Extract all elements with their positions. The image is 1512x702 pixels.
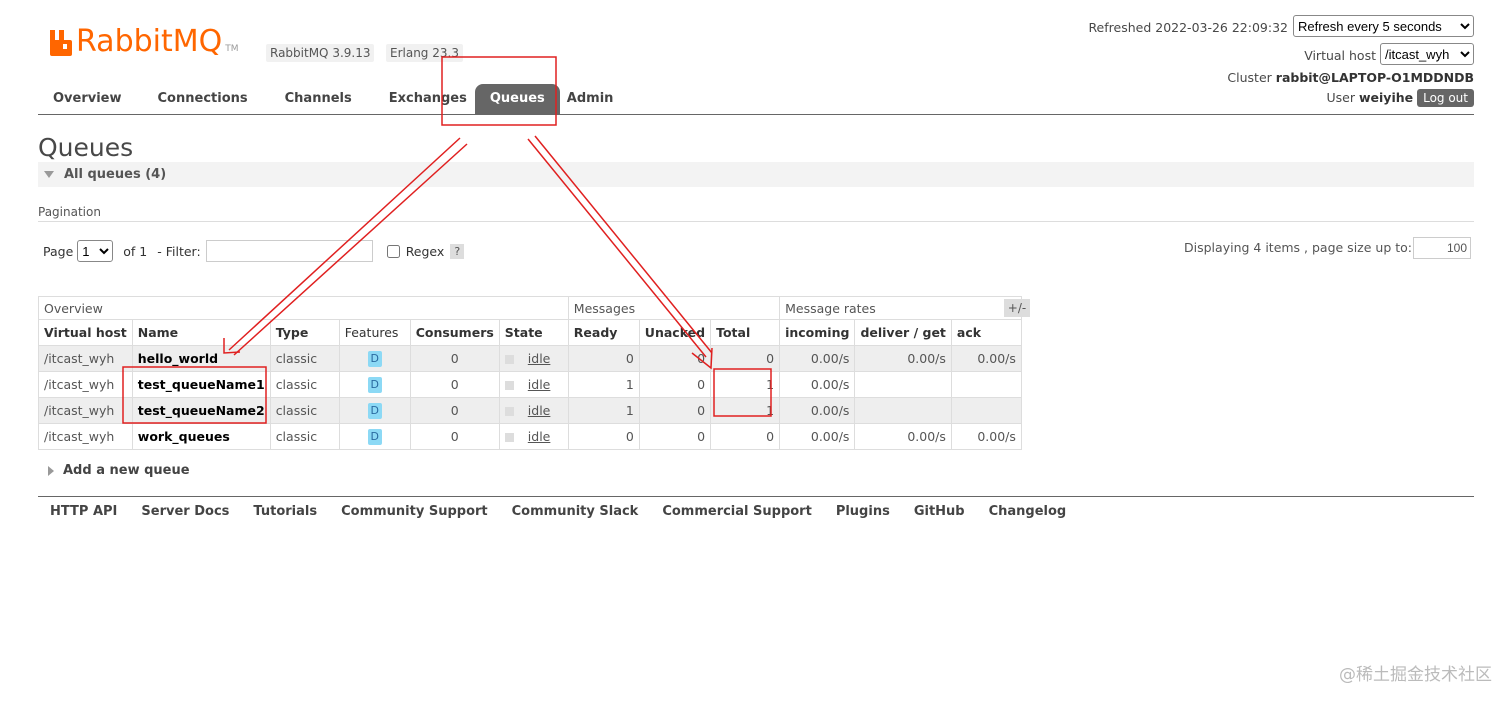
annotation-arrow-to-names bbox=[223, 137, 468, 356]
annotation-box-totals bbox=[713, 368, 772, 417]
annotation-overlay bbox=[122, 56, 772, 424]
annotation-arrow-to-totals bbox=[527, 135, 713, 370]
annotation-box-queues-tab bbox=[441, 56, 557, 126]
annotation-box-queue-names bbox=[122, 366, 267, 424]
